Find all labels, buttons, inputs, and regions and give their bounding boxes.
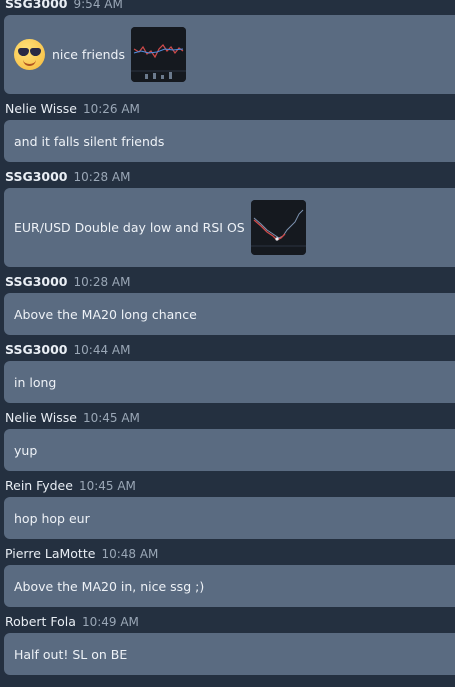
- author-name[interactable]: Nelie Wisse: [5, 410, 77, 425]
- message-header: Pierre LaMotte 10:48 AM: [0, 542, 455, 565]
- author-name[interactable]: SSG3000: [5, 274, 68, 289]
- chat-feed: SSG3000 9:54 AM nice friends Nelie Wisse…: [0, 0, 455, 675]
- message-text: and it falls silent friends: [14, 133, 165, 149]
- message-bubble: yup: [4, 429, 455, 471]
- chart-thumbnail-icon: [250, 200, 306, 255]
- chat-message: Nelie Wisse 10:26 AM and it falls silent…: [0, 97, 455, 162]
- message-text: yup: [14, 442, 38, 458]
- chat-message: Rein Fydee 10:45 AM hop hop eur: [0, 474, 455, 539]
- chat-message: Nelie Wisse 10:45 AM yup: [0, 406, 455, 471]
- author-name[interactable]: SSG3000: [5, 169, 68, 184]
- message-text: Above the MA20 in, nice ssg ;): [14, 578, 205, 594]
- message-text: in long: [14, 374, 57, 390]
- author-name[interactable]: SSG3000: [5, 0, 68, 11]
- author-name[interactable]: Pierre LaMotte: [5, 546, 95, 561]
- author-name[interactable]: SSG3000: [5, 342, 68, 357]
- timestamp: 10:45 AM: [82, 410, 140, 425]
- message-header: SSG3000 10:28 AM: [0, 165, 455, 188]
- chat-message: SSG3000 10:44 AM in long: [0, 338, 455, 403]
- message-header: SSG3000 9:54 AM: [0, 0, 455, 15]
- message-header: Nelie Wisse 10:45 AM: [0, 406, 455, 429]
- message-text: hop hop eur: [14, 510, 90, 526]
- message-header: Rein Fydee 10:45 AM: [0, 474, 455, 497]
- message-bubble: Above the MA20 long chance: [4, 293, 455, 335]
- timestamp: 10:28 AM: [73, 169, 131, 184]
- message-bubble: nice friends: [4, 15, 455, 94]
- sunglasses-emoji-icon: [14, 39, 45, 70]
- message-bubble: EUR/USD Double day low and RSI OS: [4, 188, 455, 267]
- message-text: Half out! SL on BE: [14, 646, 128, 662]
- chat-message: SSG3000 10:28 AM Above the MA20 long cha…: [0, 270, 455, 335]
- timestamp: 10:48 AM: [101, 546, 159, 561]
- message-header: SSG3000 10:44 AM: [0, 338, 455, 361]
- chat-message: Robert Fola 10:49 AM Half out! SL on BE: [0, 610, 455, 675]
- message-header: SSG3000 10:28 AM: [0, 270, 455, 293]
- message-text: EUR/USD Double day low and RSI OS: [14, 220, 245, 235]
- timestamp: 10:44 AM: [73, 342, 131, 357]
- author-name[interactable]: Robert Fola: [5, 614, 76, 629]
- message-text: nice friends: [52, 47, 126, 62]
- chat-message: SSG3000 10:28 AM EUR/USD Double day low …: [0, 165, 455, 267]
- message-header: Nelie Wisse 10:26 AM: [0, 97, 455, 120]
- timestamp: 10:49 AM: [81, 614, 139, 629]
- message-bubble: Above the MA20 in, nice ssg ;): [4, 565, 455, 607]
- chart-thumbnail[interactable]: [250, 200, 306, 255]
- author-name[interactable]: Nelie Wisse: [5, 101, 77, 116]
- message-bubble: hop hop eur: [4, 497, 455, 539]
- timestamp: 10:28 AM: [73, 274, 131, 289]
- message-bubble: in long: [4, 361, 455, 403]
- message-text: Above the MA20 long chance: [14, 306, 197, 322]
- chart-thumbnail[interactable]: [131, 27, 187, 82]
- chat-message: Pierre LaMotte 10:48 AM Above the MA20 i…: [0, 542, 455, 607]
- timestamp: 10:26 AM: [82, 101, 140, 116]
- timestamp: 10:45 AM: [78, 478, 136, 493]
- timestamp: 9:54 AM: [73, 0, 123, 11]
- message-bubble: Half out! SL on BE: [4, 633, 455, 675]
- author-name[interactable]: Rein Fydee: [5, 478, 73, 493]
- chart-thumbnail-icon: [131, 27, 187, 82]
- message-header: Robert Fola 10:49 AM: [0, 610, 455, 633]
- message-bubble: and it falls silent friends: [4, 120, 455, 162]
- chat-message: SSG3000 9:54 AM nice friends: [0, 0, 455, 94]
